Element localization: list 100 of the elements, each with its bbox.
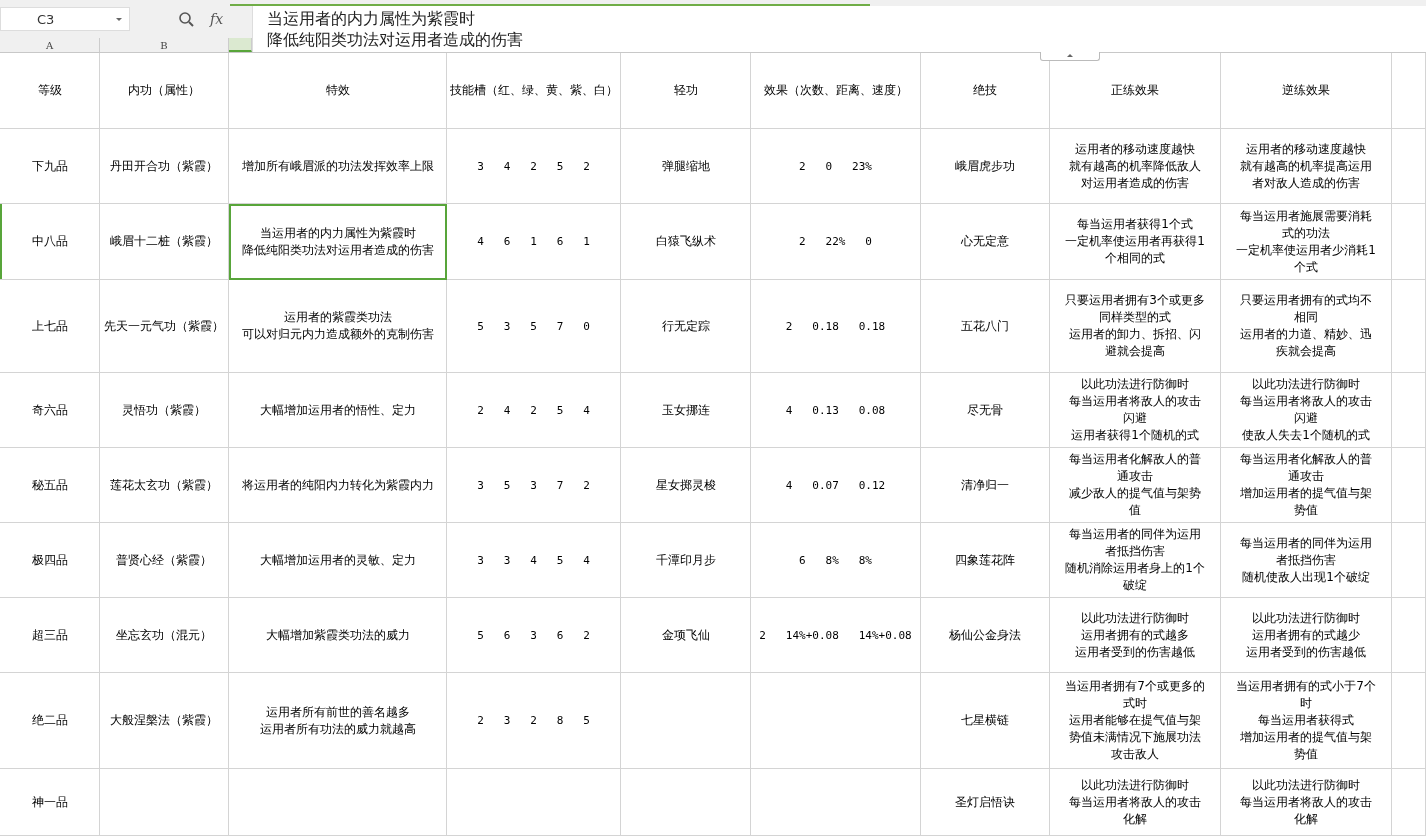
cell-text: 只要运用者拥有3个或更多同样类型的式 [1064,292,1206,326]
cell-text: 降低纯阳类功法对运用者造成的伤害 [241,241,434,259]
table-cell: 将运用者的纯阳内力转化为紫霞内力 [229,448,447,523]
cell-text: 以此功法进行防御时 [1081,776,1189,794]
cell-text: 运用者能够在提气值与架势值未满情况下施展功法攻击敌人 [1068,712,1202,763]
table-cell: 秘五品 [0,448,100,523]
function-button[interactable]: fx [210,11,224,27]
cell-text: 每当运用者获得式 [1258,712,1354,729]
cell-text: 运用者获得1个随机的式 [1071,427,1199,444]
cell-text: 运用者受到的伤害越低 [1246,643,1366,661]
table-cell: 2 4 2 5 4 [447,373,621,448]
table-cell: 3 5 3 7 2 [447,448,621,523]
cell-text: 使敌人失去1个随机的式 [1242,427,1370,444]
table-cell: 白猿飞纵术 [621,204,751,280]
table-cell: 2 22% 0 [751,204,921,280]
cell-text: 每当运用者施展需要消耗式的功法 [1239,207,1373,242]
cell-text: 可以对归元内力造成额外的克制伤害 [241,326,434,343]
table-cell: 尽无骨 [921,373,1050,448]
cell-text: 以此功法进行防御时 [1081,609,1189,627]
collapse-button[interactable] [1040,52,1100,61]
table-cell: 灵悟功（紫霞） [100,373,229,448]
header-cell: 技能槽（红、绿、黄、紫、白） [447,53,621,129]
cell-text: 只要运用者拥有的式均不相同 [1239,292,1373,326]
formula-text[interactable]: 降低纯阳类功法对运用者造成的伤害 [267,29,523,50]
table-cell: 5 3 5 7 0 [447,280,621,373]
table-cell: 3 3 4 5 4 [447,523,621,598]
table-cell: 超三品 [0,598,100,673]
cell-text: 每当运用者获得1个式 [1077,216,1193,233]
table-cell: 极四品 [0,523,100,598]
formula-text[interactable]: 当运用者的内力属性为紫霞时 [267,8,475,29]
table-cell: 七星横链 [921,673,1050,769]
table-cell: 3 4 2 5 2 [447,129,621,204]
cell-text: 当运用者的内力属性为紫霞时 [259,224,416,242]
cell-text: 随机使敌人出现1个破绽 [1242,568,1370,586]
table-cell: 星女掷灵梭 [621,448,751,523]
table-cell: 行无定踪 [621,280,751,373]
cell-text: 运用者的卸力、拆招、闪避就会提高 [1068,326,1202,360]
cell-text: 运用者拥有的式越少 [1252,626,1360,644]
table-cell: 增加所有峨眉派的功法发挥效率上限 [229,129,447,204]
cell-text: 每当运用者将敌人的攻击化解 [1068,793,1202,828]
cell-text: 每当运用者的同伴为运用者抵挡伤害 [1239,534,1373,569]
cell-text: 运用者所有前世的善名越多 [265,703,410,721]
column-header[interactable]: A [0,38,100,52]
table-cell: 2 14%+0.08 14%+0.08 [751,598,921,673]
cell-text: 运用者的紫霞类功法 [283,309,392,326]
cell-text: 随机消除运用者身上的1个破绽 [1064,560,1206,594]
table-cell: 先天一元气功（紫霞） [100,280,229,373]
table-cell: 2 3 2 8 5 [447,673,621,769]
table-cell: 峨眉十二桩（紫霞） [100,204,229,280]
table-cell: 4 0.07 0.12 [751,448,921,523]
header-cell: 特效 [229,53,447,129]
cell-text: 运用者的移动速度越快 [1075,140,1195,158]
cell-text: 每当运用者化解敌人的普通攻击 [1239,451,1373,485]
cell-text: 运用者拥有的式越多 [1081,626,1189,644]
table-cell: 4 6 1 6 1 [447,204,621,280]
cell-text: 每当运用者的同伴为运用者抵挡伤害 [1068,526,1202,560]
cell-text: 运用者受到的伤害越低 [1075,643,1195,661]
cell-text: 就有越高的机率提高运用者对敌人造成的伤害 [1239,157,1373,192]
table-cell: 5 6 3 6 2 [447,598,621,673]
cell-text: 运用者的移动速度越快 [1246,140,1366,158]
header-cell: 等级 [0,53,100,129]
cell-text: 一定机率使运用者少消耗1个式 [1235,241,1377,276]
cell-text: 减少敌人的提气值与架势值 [1068,485,1202,519]
table-cell: 大般涅槃法（紫霞） [100,673,229,769]
column-header[interactable] [229,38,252,52]
table-cell: 四象莲花阵 [921,523,1050,598]
table-cell: 杨仙公金身法 [921,598,1050,673]
cell-text: 就有越高的机率降低敌人对运用者造成的伤害 [1068,157,1202,192]
table-cell: 心无定意 [921,204,1050,280]
zoom-icon[interactable] [178,11,194,27]
cell-text: 一定机率使运用者再获得1个相同的式 [1064,233,1206,267]
table-cell: 五花八门 [921,280,1050,373]
header-cell: 轻功 [621,53,751,129]
table-cell: 弹腿缩地 [621,129,751,204]
table-cell: 峨眉虎步功 [921,129,1050,204]
cell-text: 运用者的力道、精妙、迅疾就会提高 [1239,326,1373,360]
table-cell: 清净归一 [921,448,1050,523]
cell-text: 每当运用者将敌人的攻击化解 [1239,793,1373,828]
table-cell: 莲花太玄功（紫霞） [100,448,229,523]
table-cell: 6 8% 8% [751,523,921,598]
cell-text: 当运用者拥有的式小于7个时 [1235,678,1377,712]
table-cell: 下九品 [0,129,100,204]
cell-text: 以此功法进行防御时 [1081,376,1189,393]
cell-text: 每当运用者将敌人的攻击闪避 [1068,393,1202,427]
cell-text: 以此功法进行防御时 [1252,776,1360,794]
table-cell: 金项飞仙 [621,598,751,673]
table-cell: 普贤心经（紫霞） [100,523,229,598]
cell-text: 当运用者拥有7个或更多的式时 [1064,678,1206,712]
table-cell: 玉女挪连 [621,373,751,448]
cell-text: 每当运用者将敌人的攻击闪避 [1239,393,1373,427]
table-cell: 丹田开合功（紫霞） [100,129,229,204]
table-cell: 千潭印月步 [621,523,751,598]
table-cell: 圣灯启悟诀 [921,769,1050,836]
table-cell: 大幅增加运用者的悟性、定力 [229,373,447,448]
name-box[interactable]: C3 [0,7,130,31]
header-cell: 效果（次数、距离、速度） [751,53,921,129]
table-cell: 坐忘玄功（混元） [100,598,229,673]
table-cell: 2 0 23% [751,129,921,204]
header-cell: 正练效果 [1050,53,1221,129]
table-cell: 4 0.13 0.08 [751,373,921,448]
